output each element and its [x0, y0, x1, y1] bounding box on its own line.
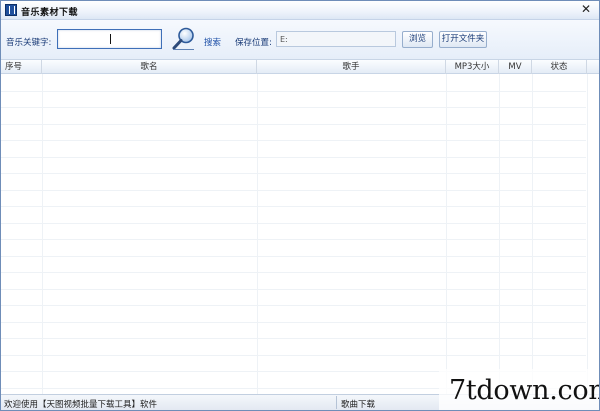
- column-header-song[interactable]: 歌名: [42, 60, 257, 74]
- grid-column-line: [532, 74, 533, 394]
- grid-column-line: [257, 74, 258, 394]
- browse-button[interactable]: 浏览: [402, 31, 433, 48]
- window-title: 音乐素材下载: [21, 8, 79, 18]
- save-location-label: 保存位置:: [235, 38, 272, 48]
- main-window: 音乐素材下载 ✕ 音乐关键字: 搜索 保存位置: E: 浏览 打开文件夹 序号 …: [0, 0, 600, 411]
- grid-column-line: [587, 74, 588, 394]
- song-list[interactable]: [1, 74, 599, 394]
- save-path-field[interactable]: E:: [276, 31, 396, 47]
- status-message: 欢迎使用【天图视频批量下载工具】软件: [4, 400, 158, 410]
- search-input[interactable]: [57, 29, 162, 49]
- search-button[interactable]: 搜索: [204, 36, 221, 48]
- column-header-index[interactable]: 序号: [1, 60, 42, 74]
- column-header-artist[interactable]: 歌手: [257, 60, 446, 74]
- title-bar[interactable]: 音乐素材下载 ✕: [1, 1, 599, 20]
- magnifier-icon[interactable]: [171, 26, 197, 51]
- grid-column-line: [42, 74, 43, 394]
- app-icon: [5, 4, 17, 16]
- grid-column-line: [499, 74, 500, 394]
- text-caret: [110, 34, 111, 44]
- keyword-label: 音乐关键字:: [6, 38, 52, 48]
- watermark-text: 7tdown.com: [449, 375, 600, 406]
- column-header-status[interactable]: 状态: [532, 60, 587, 74]
- grid-column-line: [446, 74, 447, 394]
- watermark: 7tdown.com: [439, 369, 600, 410]
- toolbar: 音乐关键字: 搜索 保存位置: E: 浏览 打开文件夹: [1, 20, 599, 59]
- close-icon[interactable]: ✕: [579, 2, 593, 16]
- status-divider: [336, 396, 337, 409]
- column-header-mv[interactable]: MV: [499, 60, 532, 74]
- column-header-mp3-size[interactable]: MP3大小: [446, 60, 499, 74]
- table-header: 序号 歌名 歌手 MP3大小 MV 状态: [1, 59, 599, 74]
- open-folder-button[interactable]: 打开文件夹: [439, 31, 487, 48]
- status-mode: 歌曲下载: [341, 400, 376, 410]
